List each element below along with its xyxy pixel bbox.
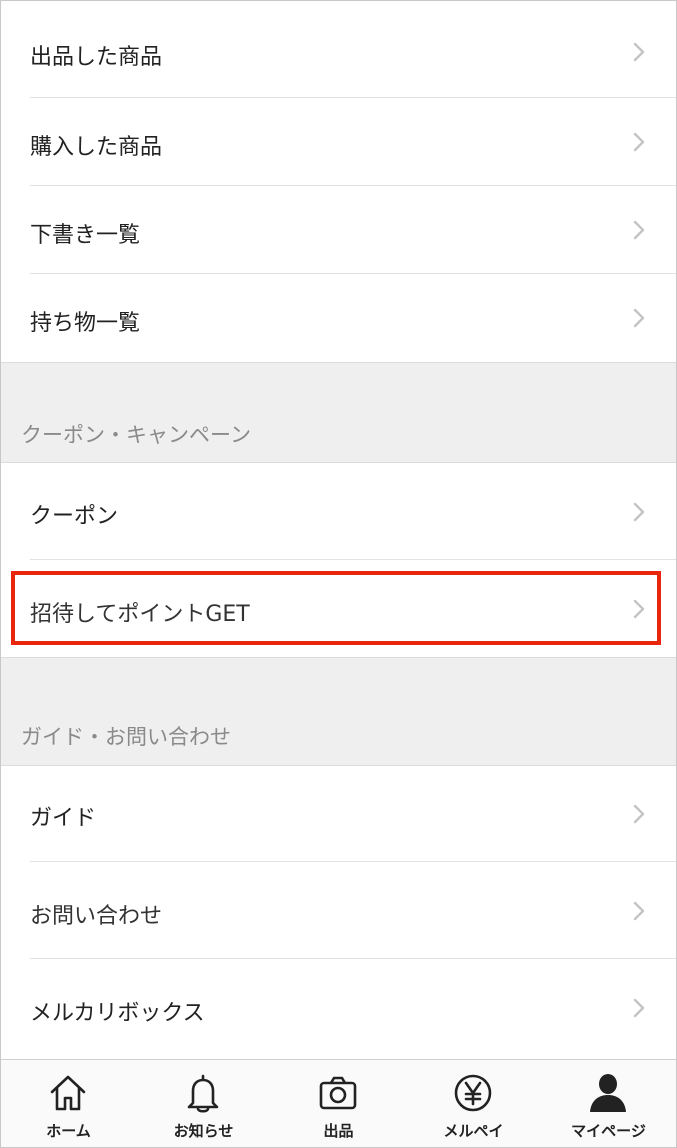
chevron-right-icon <box>628 900 650 922</box>
tab-label: マイページ <box>571 1122 646 1140</box>
menu-item-label: クーポン <box>30 504 119 529</box>
menu-item-label: ガイド <box>30 806 97 831</box>
home-icon <box>48 1072 88 1114</box>
tab-label: ホーム <box>46 1122 91 1140</box>
chevron-right-icon <box>628 803 650 825</box>
menu-item-drafts[interactable]: 下書き一覧 <box>1 186 676 274</box>
chevron-right-icon <box>628 307 650 329</box>
menu-item-guide[interactable]: ガイド <box>1 766 676 862</box>
menu-item-contact[interactable]: お問い合わせ <box>1 862 676 959</box>
menu-item-label: お問い合わせ <box>30 904 163 929</box>
menu-item-coupon[interactable]: クーポン <box>1 463 676 560</box>
menu-item-label: 購入した商品 <box>30 135 163 160</box>
section-header-guide: ガイド・お問い合わせ <box>1 657 676 766</box>
tab-label: 出品 <box>323 1122 354 1140</box>
section-title: クーポン・キャンペーン <box>21 423 251 447</box>
person-icon <box>588 1072 628 1114</box>
tab-label: お知らせ <box>173 1122 234 1140</box>
tab-label: メルペイ <box>443 1122 504 1140</box>
section-header-coupon: クーポン・キャンペーン <box>1 362 676 463</box>
bottom-tab-bar: ホーム お知らせ 出品 メルペイ マイページ <box>1 1059 676 1147</box>
menu-item-label: メルカリボックス <box>30 1001 205 1026</box>
menu-item-purchased-items[interactable]: 購入した商品 <box>1 98 676 186</box>
tab-sell[interactable]: 出品 <box>271 1060 406 1147</box>
tab-merpay[interactable]: メルペイ <box>406 1060 541 1147</box>
chevron-right-icon <box>628 41 650 63</box>
bell-icon <box>183 1072 223 1114</box>
menu-item-mercari-box[interactable]: メルカリボックス <box>1 959 676 1057</box>
chevron-right-icon <box>628 219 650 241</box>
tab-home[interactable]: ホーム <box>1 1060 136 1147</box>
yen-icon <box>453 1072 493 1114</box>
menu-item-label: 出品した商品 <box>30 45 163 70</box>
chevron-right-icon <box>628 131 650 153</box>
camera-icon <box>318 1072 358 1114</box>
chevron-right-icon <box>628 501 650 523</box>
menu-item-listed-items[interactable]: 出品した商品 <box>1 1 676 98</box>
menu-item-label: 持ち物一覧 <box>30 311 141 336</box>
mypage-screen: 出品した商品 購入した商品 下書き一覧 持ち物一覧 クーポン・キャンペーン クー… <box>0 0 677 1148</box>
tab-mypage[interactable]: マイページ <box>541 1060 676 1147</box>
section-title: ガイド・お問い合わせ <box>21 725 231 749</box>
highlight-box <box>11 571 661 645</box>
menu-item-label: 下書き一覧 <box>30 223 141 248</box>
menu-item-belongings[interactable]: 持ち物一覧 <box>1 274 676 362</box>
chevron-right-icon <box>628 997 650 1019</box>
tab-notifications[interactable]: お知らせ <box>136 1060 271 1147</box>
